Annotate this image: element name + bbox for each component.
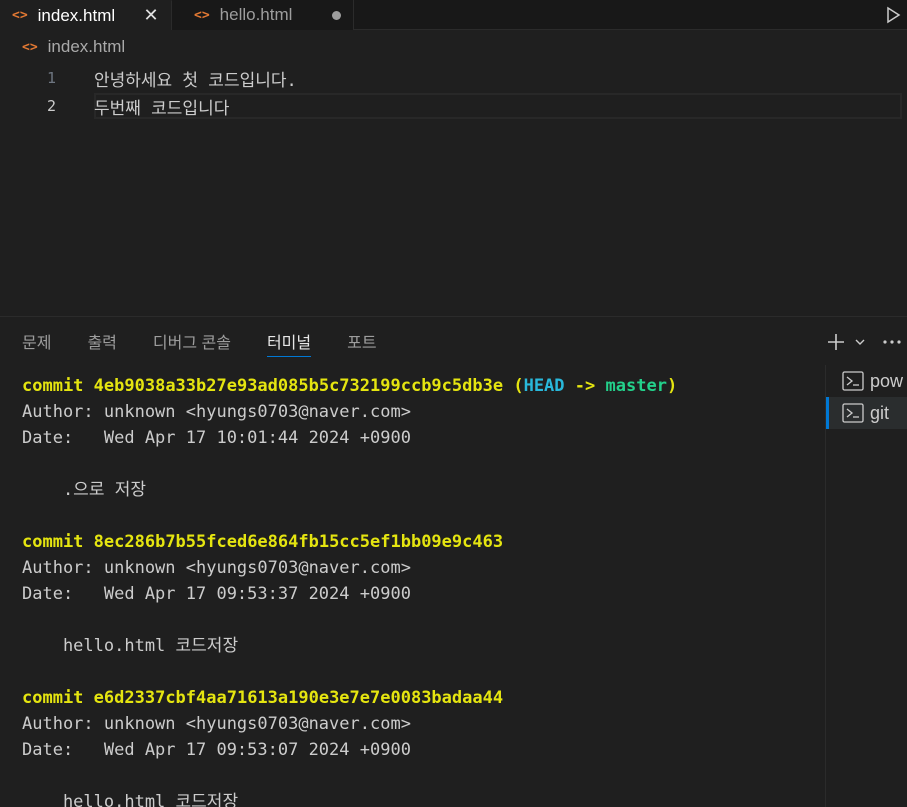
play-icon: [887, 6, 901, 23]
tab-index-html[interactable]: <> index.html ✕: [0, 0, 172, 30]
tab-hello-html[interactable]: <> hello.html: [172, 0, 354, 30]
bottom-panel: 문제 출력 디버그 콘솔 터미널 포트 commit 4eb9038a33b27…: [0, 316, 907, 807]
more-icon: [883, 340, 901, 344]
tab-problems[interactable]: 문제: [22, 317, 51, 365]
terminal-item-powershell[interactable]: pow: [826, 365, 907, 397]
terminal-item-git[interactable]: git: [826, 397, 907, 429]
terminal-output[interactable]: commit 4eb9038a33b27e93ad085b5c732199ccb…: [22, 373, 822, 807]
branch-name: master: [605, 376, 667, 396]
tab-terminal[interactable]: 터미널: [266, 317, 312, 365]
breadcrumb[interactable]: <> index.html: [22, 36, 125, 58]
message-line: hello.html 코드저장: [22, 636, 239, 656]
panel-actions: [823, 327, 907, 357]
new-terminal-button[interactable]: [823, 332, 849, 352]
commit-line: commit 8ec286b7b55fced6e864fb15cc5ef1bb0…: [22, 529, 822, 555]
tab-debug-console[interactable]: 디버그 콘솔: [153, 317, 231, 365]
editor-line-current[interactable]: 2 두번째 코드입니다: [0, 92, 907, 120]
author-line: Author: unknown <hyungs0703@naver.com>: [22, 558, 411, 578]
line-number: 2: [46, 97, 56, 115]
line-text[interactable]: 안녕하세요 첫 코드입니다.: [94, 66, 297, 91]
close-icon[interactable]: ✕: [143, 5, 159, 26]
commit-label: commit: [22, 688, 84, 708]
message-line: .으로 저장: [22, 480, 146, 500]
unsaved-dot-icon[interactable]: [332, 10, 341, 20]
run-button[interactable]: [879, 0, 907, 29]
terminal-item-label: pow: [870, 370, 904, 391]
author-line: Author: unknown <hyungs0703@naver.com>: [22, 402, 411, 422]
ref-arrow: ->: [574, 376, 596, 396]
commit-label: commit: [22, 532, 84, 552]
ref-close: ): [666, 376, 678, 396]
author-line: Author: unknown <hyungs0703@naver.com>: [22, 714, 411, 734]
html-icon: <>: [12, 8, 28, 23]
commit-line: commit 4eb9038a33b27e93ad085b5c732199ccb…: [22, 373, 822, 399]
commit-line: commit e6d2337cbf4aa71613a190e3e7e7e0083…: [22, 685, 822, 711]
tab-label: hello.html: [219, 5, 293, 24]
tab-bar-spacer: [354, 0, 879, 29]
html-icon: <>: [22, 39, 38, 55]
ref-open: (: [513, 376, 524, 396]
plus-icon: [828, 334, 844, 350]
date-line: Date: Wed Apr 17 09:53:37 2024 +0900: [22, 584, 411, 604]
message-line: hello.html 코드저장: [22, 792, 239, 807]
editor-tab-bar: <> index.html ✕ <> hello.html: [0, 0, 907, 30]
head-ref: HEAD: [523, 376, 565, 396]
commit-hash: 4eb9038a33b27e93ad085b5c732199ccb9c5db3e: [93, 376, 504, 396]
line-number: 1: [46, 69, 56, 87]
terminal-list: pow git: [825, 365, 907, 807]
commit-label: commit: [22, 376, 84, 396]
commit-hash: 8ec286b7b55fced6e864fb15cc5ef1bb09e9c463: [93, 532, 504, 552]
line-text[interactable]: 두번째 코드입니다: [94, 94, 229, 119]
chevron-down-icon: [855, 339, 865, 345]
date-line: Date: Wed Apr 17 09:53:07 2024 +0900: [22, 740, 411, 760]
terminal-item-label: git: [870, 402, 890, 423]
panel-tabs: 문제 출력 디버그 콘솔 터미널 포트: [22, 317, 413, 365]
tab-label: index.html: [37, 5, 116, 25]
code-editor[interactable]: 1 안녕하세요 첫 코드입니다. 2 두번째 코드입니다: [0, 64, 907, 314]
breadcrumb-file[interactable]: index.html: [48, 37, 125, 57]
editor-line[interactable]: 1 안녕하세요 첫 코드입니다.: [0, 64, 907, 92]
commit-hash: e6d2337cbf4aa71613a190e3e7e7e0083badaa44: [93, 688, 504, 708]
terminal-icon: [842, 371, 864, 391]
date-line: Date: Wed Apr 17 10:01:44 2024 +0900: [22, 428, 411, 448]
more-actions-button[interactable]: [877, 339, 907, 345]
html-icon: <>: [194, 7, 210, 23]
tab-ports[interactable]: 포트: [347, 317, 376, 365]
tab-output[interactable]: 출력: [87, 317, 116, 365]
terminal-icon: [842, 403, 864, 423]
terminal-dropdown-button[interactable]: [849, 336, 871, 348]
